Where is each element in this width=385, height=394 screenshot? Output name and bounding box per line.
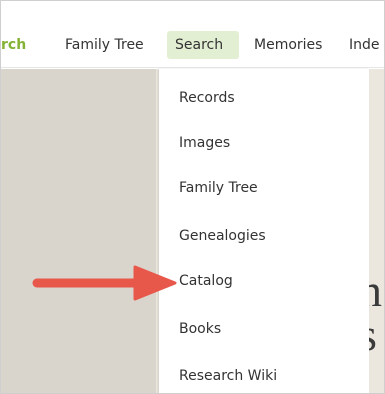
nav-item-memories[interactable]: Memories bbox=[254, 31, 322, 59]
red-arrow-icon bbox=[32, 265, 177, 301]
screenshot-frame: rch Family Tree Search Memories Inde n s… bbox=[0, 0, 385, 394]
menu-item-catalog[interactable]: Catalog bbox=[179, 270, 233, 292]
top-navigation-bar: rch Family Tree Search Memories Inde bbox=[1, 1, 384, 68]
menu-item-genealogies[interactable]: Genealogies bbox=[179, 225, 266, 247]
menu-item-images[interactable]: Images bbox=[179, 132, 230, 154]
nav-item-index[interactable]: Inde bbox=[349, 31, 380, 59]
nav-item-search[interactable]: Search bbox=[167, 31, 239, 59]
menu-item-records[interactable]: Records bbox=[179, 87, 235, 109]
nav-item-family-tree[interactable]: Family Tree bbox=[65, 31, 144, 59]
page-left-panel bbox=[1, 69, 156, 393]
menu-item-research-wiki[interactable]: Research Wiki bbox=[179, 365, 277, 387]
menu-item-books[interactable]: Books bbox=[179, 318, 221, 340]
brand-logo[interactable]: rch bbox=[1, 31, 53, 59]
search-dropdown-menu: Records Images Family Tree Genealogies C… bbox=[159, 69, 369, 393]
menu-item-family-tree[interactable]: Family Tree bbox=[179, 177, 258, 199]
